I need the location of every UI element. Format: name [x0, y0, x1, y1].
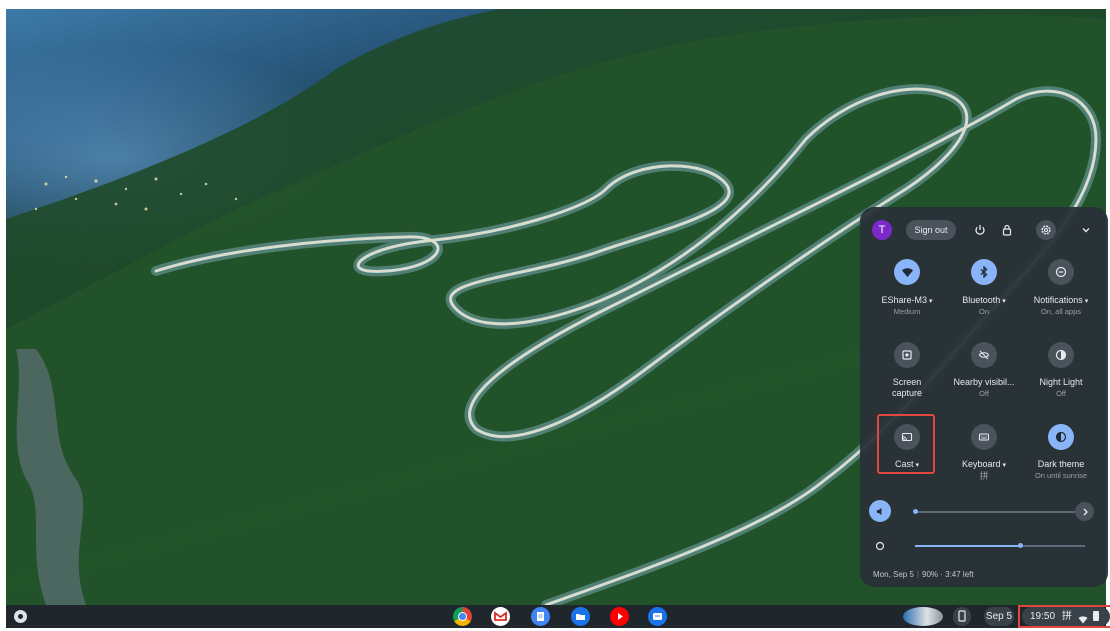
shelf-date[interactable]: Sep 5	[984, 607, 1014, 626]
gmail-icon[interactable]	[491, 607, 510, 626]
volume-icon[interactable]	[869, 500, 891, 522]
tile-wifi-label[interactable]: EShare-M3 ▾	[867, 295, 947, 307]
user-avatar[interactable]: T	[872, 220, 892, 240]
holding-space-tray[interactable]	[903, 607, 943, 626]
screen-capture-icon[interactable]	[894, 342, 920, 368]
docs-icon[interactable]	[531, 607, 550, 626]
tile-night-light-label[interactable]: Night Light	[1021, 377, 1101, 388]
footer-date[interactable]: Mon, Sep 5	[873, 570, 914, 579]
volume-slider-handle[interactable]	[913, 509, 918, 514]
chevron-down-icon[interactable]	[1076, 220, 1096, 240]
panel-footer: Mon, Sep 5 | 90% · 3:47 left	[873, 570, 974, 579]
bluetooth-icon[interactable]	[971, 259, 997, 285]
youtube-icon[interactable]	[610, 607, 629, 626]
tile-night-light-sub: Off	[1056, 389, 1066, 398]
tile-keyboard-label[interactable]: Keyboard ▾	[944, 459, 1024, 471]
dark-theme-icon[interactable]	[1048, 424, 1074, 450]
messages-icon[interactable]	[648, 607, 667, 626]
files-icon[interactable]	[571, 607, 590, 626]
chrome-icon[interactable]	[453, 607, 472, 626]
brightness-slider-handle[interactable]	[1018, 543, 1024, 548]
tile-cast-label[interactable]: Cast ▾	[867, 459, 947, 471]
brightness-slider-fill	[915, 545, 1021, 547]
phone-hub-icon[interactable]	[953, 607, 971, 626]
tile-bluetooth-label[interactable]: Bluetooth ▾	[944, 295, 1024, 307]
keyboard-icon[interactable]	[971, 424, 997, 450]
do-not-disturb-icon[interactable]	[1048, 259, 1074, 285]
chevron-right-icon[interactable]	[1075, 502, 1094, 521]
nearby-share-off-icon[interactable]	[971, 342, 997, 368]
sign-out-button[interactable]: Sign out	[906, 220, 956, 240]
cast-icon[interactable]	[894, 424, 920, 450]
shelf: Sep 5 19:50 拼	[6, 605, 1110, 628]
tile-keyboard-sub: 拼	[979, 471, 989, 481]
tile-notifications-sub: On, all apps	[1040, 307, 1082, 316]
lock-icon[interactable]	[997, 220, 1017, 240]
quick-settings-panel: T Sign out EShare-M3 ▾ Medium Bluetooth ▾ …	[860, 207, 1108, 587]
power-icon[interactable]	[970, 220, 990, 240]
volume-slider-track[interactable]	[915, 511, 1085, 513]
footer-battery[interactable]: 90% · 3:47 left	[922, 570, 974, 579]
launcher-button[interactable]	[14, 610, 27, 623]
tile-nearby-sub: Off	[979, 389, 989, 398]
tile-nearby-label[interactable]: Nearby visibil...	[944, 377, 1024, 388]
tile-bluetooth-sub: On	[978, 307, 989, 316]
gear-icon[interactable]	[1036, 220, 1056, 240]
tile-notifications-label[interactable]: Notifications ▾	[1021, 295, 1101, 307]
tile-dark-theme-sub: On until sunrise	[1034, 471, 1088, 480]
night-light-icon[interactable]	[1048, 342, 1074, 368]
wifi-icon[interactable]	[894, 259, 920, 285]
tile-screen-capture-label[interactable]: Screen capture	[867, 377, 947, 399]
tile-dark-theme-label[interactable]: Dark theme	[1021, 459, 1101, 470]
tile-wifi-sub: Medium	[893, 307, 921, 316]
brightness-icon	[874, 539, 888, 553]
status-area-highlight-box	[1018, 605, 1110, 628]
